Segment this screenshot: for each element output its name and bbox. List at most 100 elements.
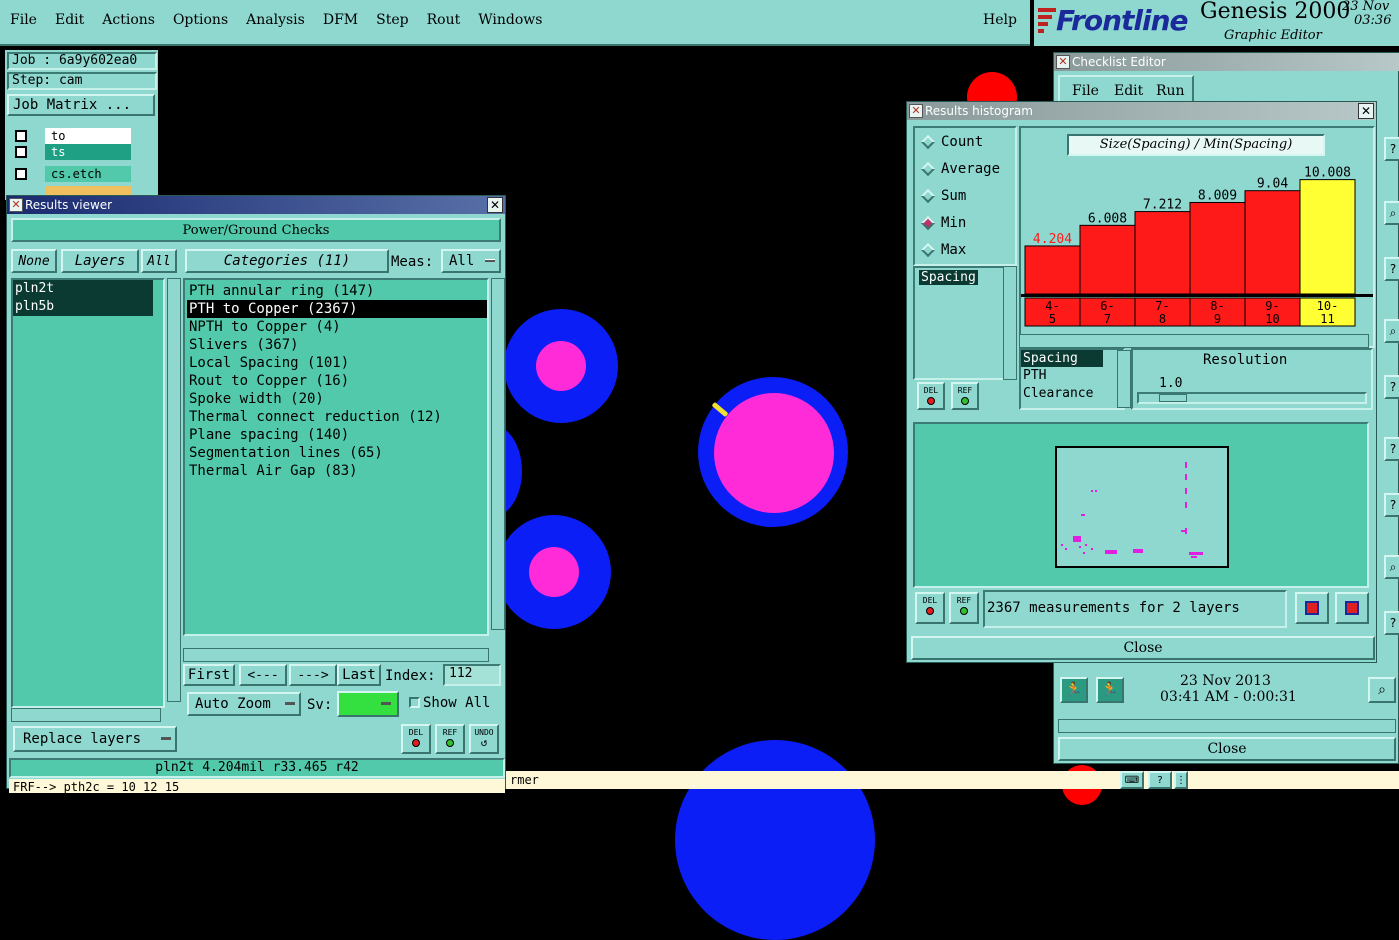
command-line[interactable]: FRF--> pth2c = 10 12 15 [9,779,505,793]
layer-item[interactable]: pln5b [13,298,153,316]
window-menu-icon[interactable]: ✕ [909,104,923,118]
close-icon[interactable]: ✕ [1358,103,1374,119]
window-menu-icon[interactable]: ✕ [9,198,23,212]
ref-button[interactable]: REF [435,724,465,754]
help-icon[interactable]: ? [1384,257,1399,281]
keyboard-icon[interactable]: ⌨ [1120,771,1144,789]
attr-item[interactable]: Spacing [1021,350,1103,367]
category-item[interactable]: Slivers (367) [187,336,487,354]
layer-list-scrollbar[interactable] [167,278,181,702]
resolution-slider[interactable] [1137,392,1367,404]
mode-count-radio[interactable]: Count [920,134,983,150]
hist-list-item[interactable]: Spacing [919,270,978,285]
none-button[interactable]: None [11,249,57,273]
category-item[interactable]: Local Spacing (101) [187,354,487,372]
category-item[interactable]: PTH to Copper (2367) [187,300,487,318]
mode-sum-radio[interactable]: Sum [920,188,966,204]
categories-button[interactable]: Categories (11) [185,249,389,273]
menu-step[interactable]: Step [376,12,408,28]
layer-list-hscroll[interactable] [11,708,161,722]
histogram-bar[interactable] [1244,190,1301,295]
replace-layers-dropdown[interactable]: Replace layers [13,726,177,752]
prev-button[interactable]: <--- [239,664,287,686]
help-icon[interactable]: ? [1384,375,1399,399]
show-all-checkbox[interactable] [409,697,420,708]
preview-ref-button[interactable]: REF [949,592,979,624]
zoom-icon[interactable]: ⌕ [1384,319,1399,343]
attr-list-scrollbar[interactable] [1117,350,1131,408]
slider-handle[interactable] [1159,394,1187,402]
zoom-icon[interactable]: ⌕ [1368,677,1396,703]
help-icon[interactable]: ? [1384,611,1399,635]
category-item[interactable]: NPTH to Copper (4) [187,318,487,336]
help-icon[interactable]: ? [1384,437,1399,461]
close-icon[interactable]: ✕ [487,197,503,213]
checklist-close-button[interactable]: Close [1058,737,1396,761]
last-button[interactable]: Last [337,664,381,686]
help-icon[interactable]: ? [1384,493,1399,517]
checklist-menu-file[interactable]: File [1072,83,1099,99]
category-item[interactable]: PTH annular ring (147) [187,282,487,300]
attr-item[interactable]: PTH [1021,367,1123,385]
help-icon[interactable]: ? [1384,137,1399,161]
attr-item[interactable]: Clearance [1021,385,1123,403]
checklist-menu-run[interactable]: Run [1156,83,1185,99]
next-button[interactable]: ---> [289,664,337,686]
menu-help[interactable]: Help [983,12,1017,28]
first-button[interactable]: First [183,664,235,686]
dropdown-icon[interactable]: ⋮ [1174,771,1188,789]
help-icon[interactable]: ? [1148,771,1172,789]
undo-button[interactable]: UNDO ↺ [469,724,499,754]
index-input[interactable]: 112 [443,664,501,686]
histogram-bar[interactable] [1299,179,1356,295]
all-layers-button[interactable]: All [141,249,177,273]
auto-zoom-dropdown[interactable]: Auto Zoom [187,692,301,716]
del-button[interactable]: DEL [401,724,431,754]
layers-button[interactable]: Layers [61,249,139,273]
category-item[interactable]: Segmentation lines (65) [187,444,487,462]
zoom-icon[interactable]: ⌕ [1384,555,1399,579]
window-menu-icon[interactable]: ✕ [1056,55,1070,69]
mode-min-radio[interactable]: Min [920,215,966,231]
menu-analysis[interactable]: Analysis [246,12,305,28]
category-item[interactable]: Plane spacing (140) [187,426,487,444]
mode-average-radio[interactable]: Average [920,161,1000,177]
chart-hscroll[interactable] [1019,334,1369,348]
categories-scrollbar[interactable] [491,278,505,630]
histogram-bar[interactable] [1189,201,1246,295]
menu-actions[interactable]: Actions [102,12,155,28]
menu-edit[interactable]: Edit [55,12,84,28]
categories-hscroll[interactable] [183,648,489,662]
category-item[interactable]: Thermal connect reduction (12) [187,408,487,426]
category-item[interactable]: Rout to Copper (16) [187,372,487,390]
job-matrix-button[interactable]: Job Matrix ... [7,94,155,116]
layer-item[interactable]: pln2t [13,280,153,298]
hist-ref-button[interactable]: REF [951,382,979,410]
run-icon[interactable]: 🏃 [1060,677,1088,703]
menu-file[interactable]: File [10,12,37,28]
category-item[interactable]: Thermal Air Gap (83) [187,462,487,480]
checklist-menu-edit[interactable]: Edit [1114,83,1143,99]
layer-row-ts[interactable]: ts [11,144,131,160]
meas-dropdown[interactable]: All [441,249,501,273]
layer-row-to[interactable]: to [11,128,131,144]
preview-del-button[interactable]: DEL [915,592,945,624]
mode-max-radio[interactable]: Max [920,242,966,258]
menu-windows[interactable]: Windows [478,12,542,28]
hist-list-scrollbar[interactable] [1003,266,1017,380]
menu-dfm[interactable]: DFM [323,12,358,28]
zoom-icon[interactable]: ⌕ [1384,201,1399,225]
import-icon[interactable] [1335,592,1369,624]
histogram-bar[interactable] [1134,211,1191,295]
run-all-icon[interactable]: 🏃 [1096,677,1124,703]
menu-rout[interactable]: Rout [427,12,461,28]
category-item[interactable]: Spoke width (20) [187,390,487,408]
sv-color-dropdown[interactable] [337,691,399,717]
histogram-close-button[interactable]: Close [911,636,1375,660]
histogram-bar[interactable] [1079,224,1136,295]
export-icon[interactable] [1295,592,1329,624]
hist-del-button[interactable]: DEL [917,382,945,410]
checklist-hscroll[interactable] [1058,719,1396,733]
histogram-bar[interactable] [1024,245,1081,295]
menu-options[interactable]: Options [173,12,228,28]
